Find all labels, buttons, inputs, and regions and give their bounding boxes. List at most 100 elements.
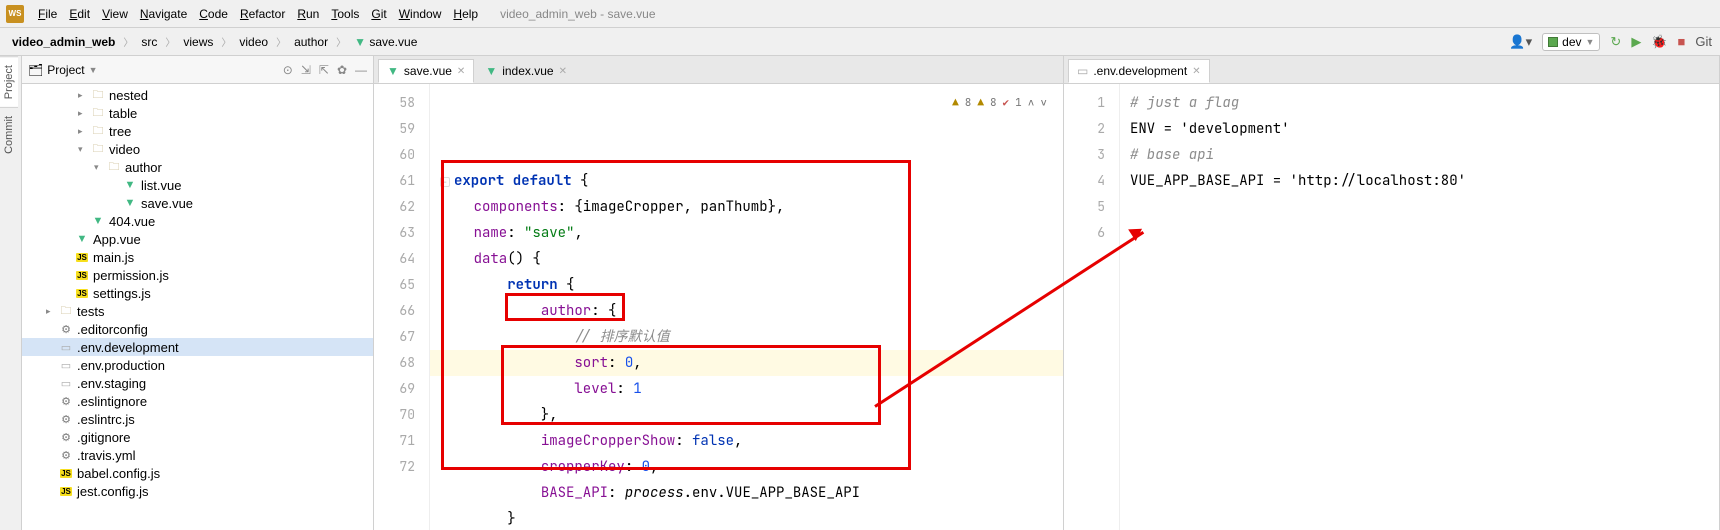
git-button[interactable]: Git	[1695, 34, 1712, 49]
menu-item-code[interactable]: Code	[193, 4, 234, 24]
code-line[interactable]: data() {	[440, 246, 1053, 272]
run-config-label: dev	[1562, 35, 1581, 49]
breadcrumb-item[interactable]: author	[290, 33, 332, 51]
tree-item[interactable]: JSmain.js	[22, 248, 373, 266]
breadcrumb-item[interactable]: views	[179, 33, 217, 51]
code-line[interactable]: level: 1	[440, 376, 1053, 402]
code-line[interactable]: BASE_API: process.env.VUE_APP_BASE_API	[440, 480, 1053, 506]
tree-arrow[interactable]: ▸	[78, 90, 90, 101]
debug-button[interactable]: 🐞	[1651, 34, 1667, 50]
collapse-all-icon[interactable]: ⇱	[319, 63, 329, 77]
menu-item-git[interactable]: Git	[365, 4, 392, 24]
code-line[interactable]: # just a flag	[1130, 90, 1709, 116]
nav-user-icon[interactable]: 👤▾	[1509, 34, 1532, 50]
menu-item-view[interactable]: View	[96, 4, 134, 24]
run-button[interactable]: ▶	[1631, 34, 1641, 50]
tool-tab-project[interactable]: Project	[0, 56, 18, 107]
menu-item-refactor[interactable]: Refactor	[234, 4, 291, 24]
tree-item[interactable]: ⚙.gitignore	[22, 428, 373, 446]
editor-tab[interactable]: ▼index.vue✕	[476, 59, 576, 83]
code-line[interactable]: }	[440, 506, 1053, 530]
tree-item[interactable]: JSjest.config.js	[22, 482, 373, 500]
tree-item[interactable]: ⚙.eslintignore	[22, 392, 373, 410]
chevron-down-icon[interactable]: ▼	[89, 65, 98, 75]
tree-item[interactable]: JSbabel.config.js	[22, 464, 373, 482]
close-icon[interactable]: ✕	[457, 66, 465, 77]
tree-item[interactable]: ▸🗀tree	[22, 122, 373, 140]
code-line[interactable]: imageCropperShow: false,	[440, 428, 1053, 454]
check-icon: ✔	[1003, 90, 1010, 116]
expand-all-icon[interactable]: ⇲	[301, 63, 311, 77]
code-lines-left[interactable]: ▲8 ▲8 ✔1 ∧ ∨ −export default { component…	[430, 84, 1063, 530]
breadcrumb-item[interactable]: video	[235, 33, 272, 51]
tree-arrow[interactable]: ▸	[46, 306, 58, 317]
locate-icon[interactable]: ⊙	[283, 63, 293, 77]
code-area-left[interactable]: 585960616263646566676869707172 ▲8 ▲8 ✔1 …	[374, 84, 1063, 530]
tree-item[interactable]: JSsettings.js	[22, 284, 373, 302]
code-area-right[interactable]: 123456 # just a flagENV = 'development'#…	[1064, 84, 1719, 530]
tree-item[interactable]: ▸🗀table	[22, 104, 373, 122]
code-line[interactable]: },	[440, 402, 1053, 428]
tree-item[interactable]: ▼App.vue	[22, 230, 373, 248]
project-tree[interactable]: ▸🗀nested▸🗀table▸🗀tree▾🗀video▾🗀author▼lis…	[22, 84, 373, 530]
menu-item-help[interactable]: Help	[447, 4, 484, 24]
nav-down-icon[interactable]: ∨	[1040, 90, 1047, 116]
code-line[interactable]: return {	[440, 272, 1053, 298]
tree-item[interactable]: ⚙.travis.yml	[22, 446, 373, 464]
code-line[interactable]: components: {imageCropper, panThumb},	[440, 194, 1053, 220]
menu-item-run[interactable]: Run	[291, 4, 325, 24]
editor-tab[interactable]: ▭.env.development✕	[1068, 59, 1210, 83]
code-lines-right[interactable]: # just a flagENV = 'development'# base a…	[1120, 84, 1719, 530]
code-line[interactable]: ENV = 'development'	[1130, 116, 1709, 142]
stop-button[interactable]: ■	[1678, 34, 1686, 49]
tool-tab-commit[interactable]: Commit	[0, 107, 18, 162]
breadcrumb-item[interactable]: video_admin_web	[8, 33, 119, 51]
tree-item[interactable]: ▭.env.production	[22, 356, 373, 374]
tree-arrow[interactable]: ▸	[78, 108, 90, 119]
tree-arrow[interactable]: ▾	[78, 144, 90, 155]
tree-item-label: jest.config.js	[77, 484, 149, 499]
nav-up-icon[interactable]: ∧	[1028, 90, 1035, 116]
tree-item[interactable]: ▾🗀video	[22, 140, 373, 158]
run-config-selector[interactable]: dev ▼	[1542, 33, 1600, 51]
code-line[interactable]: cropperKey: 0,	[440, 454, 1053, 480]
tree-item[interactable]: ▼404.vue	[22, 212, 373, 230]
code-line[interactable]: sort: 0,	[430, 350, 1063, 376]
tree-item[interactable]: ▼save.vue	[22, 194, 373, 212]
tree-item[interactable]: ▭.env.development	[22, 338, 373, 356]
close-icon[interactable]: ✕	[1192, 66, 1200, 77]
tree-item[interactable]: ▭.env.staging	[22, 374, 373, 392]
editor-tab[interactable]: ▼save.vue✕	[378, 59, 474, 83]
settings-icon[interactable]: ✿	[337, 63, 347, 77]
tree-item[interactable]: ▼list.vue	[22, 176, 373, 194]
tree-item[interactable]: ▸🗀nested	[22, 86, 373, 104]
breadcrumb-item[interactable]: ▼ save.vue	[350, 33, 421, 51]
chevron-down-icon: ▼	[1586, 37, 1595, 47]
code-line[interactable]: author: {	[440, 298, 1053, 324]
tree-item[interactable]: ⚙.eslintrc.js	[22, 410, 373, 428]
menu-item-tools[interactable]: Tools	[325, 4, 365, 24]
tree-item[interactable]: ⚙.editorconfig	[22, 320, 373, 338]
menu-item-navigate[interactable]: Navigate	[134, 4, 193, 24]
menu-item-file[interactable]: File	[32, 4, 63, 24]
breadcrumb: video_admin_web〉src〉views〉video〉author〉▼…	[8, 33, 421, 51]
editor-left: ▼save.vue✕▼index.vue✕ 585960616263646566…	[374, 56, 1064, 530]
hide-icon[interactable]: —	[355, 63, 367, 77]
build-button[interactable]: ↻	[1610, 34, 1621, 50]
menu-item-edit[interactable]: Edit	[63, 4, 96, 24]
project-tool-window: 🗂 Project ▼ ⊙ ⇲ ⇱ ✿ — ▸🗀nested▸🗀table▸🗀t…	[22, 56, 374, 530]
inspection-widget[interactable]: ▲8 ▲8 ✔1 ∧ ∨	[952, 90, 1047, 116]
code-line[interactable]: −export default {	[440, 168, 1053, 194]
tree-arrow[interactable]: ▾	[94, 162, 106, 173]
tree-arrow[interactable]: ▸	[78, 126, 90, 137]
code-line[interactable]: # base api	[1130, 142, 1709, 168]
tree-item[interactable]: ▾🗀author	[22, 158, 373, 176]
code-line[interactable]: name: "save",	[440, 220, 1053, 246]
menu-item-window[interactable]: Window	[393, 4, 448, 24]
tree-item[interactable]: ▸🗀tests	[22, 302, 373, 320]
breadcrumb-item[interactable]: src	[137, 33, 161, 51]
tree-item[interactable]: JSpermission.js	[22, 266, 373, 284]
code-line[interactable]: VUE_APP_BASE_API = 'http://localhost:80'	[1130, 168, 1709, 194]
close-icon[interactable]: ✕	[559, 66, 567, 77]
code-line[interactable]: // 排序默认值	[440, 324, 1053, 350]
